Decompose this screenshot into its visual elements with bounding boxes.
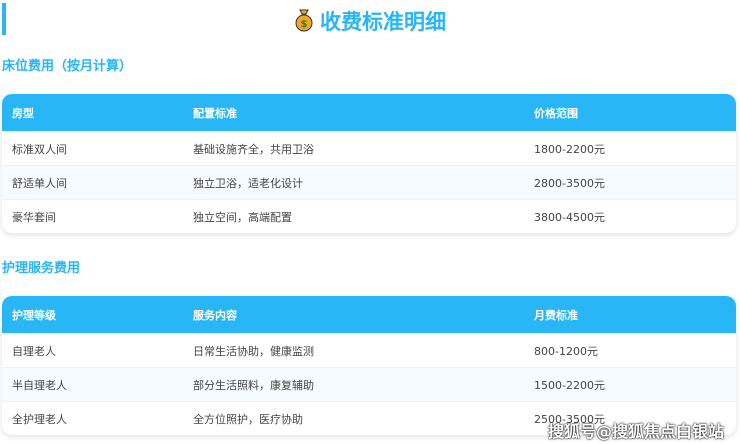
price: 1500-2200元	[534, 378, 605, 392]
bed-fee-table: 房型 配置标准 价格范围 标准双人间 基础设施齐全，共用卫浴 1800-2200元 …	[2, 94, 736, 233]
price: 800-1200元	[534, 344, 598, 358]
table-row: 自理老人 日常生活协助，健康监测 800-1200元	[2, 333, 736, 367]
room-type: 豪华套间	[12, 210, 56, 224]
care-level: 半自理老人	[12, 378, 67, 392]
bed-fee-heading: 床位费用（按月计算）	[2, 59, 133, 74]
table-header: 房型 配置标准 价格范围	[2, 94, 736, 131]
config: 基础设施齐全，共用卫浴	[193, 142, 314, 156]
price: 3800-4500元	[534, 210, 605, 224]
care-fee-table: 护理等级 服务内容 月费标准 自理老人 日常生活协助，健康监测 800-1200元 …	[2, 296, 736, 435]
money-bag-icon: $	[295, 9, 313, 32]
header-cell: 护理等级	[12, 308, 56, 322]
service: 日常生活协助，健康监测	[193, 344, 314, 358]
service: 部分生活照料，康复辅助	[193, 378, 314, 392]
price: 1800-2200元	[534, 142, 605, 156]
svg-text:$: $	[301, 19, 308, 30]
title-text: 收费标准明细	[320, 10, 446, 34]
table-row: 标准双人间 基础设施齐全，共用卫浴 1800-2200元	[2, 131, 736, 165]
page-title: $ 收费标准明细	[0, 6, 740, 36]
header-cell: 月费标准	[534, 308, 578, 322]
table-row: 半自理老人 部分生活照料，康复辅助 1500-2200元	[2, 367, 736, 401]
table-row: 舒适单人间 独立卫浴，适老化设计 2800-3500元	[2, 165, 736, 199]
table-row: 豪华套间 独立空间，高端配置 3800-4500元	[2, 199, 736, 233]
room-type: 舒适单人间	[12, 176, 67, 190]
config: 独立卫浴，适老化设计	[193, 176, 303, 190]
header-cell: 服务内容	[193, 308, 237, 322]
service: 全方位照护，医疗协助	[193, 412, 303, 426]
care-level: 自理老人	[12, 344, 56, 358]
header-cell: 房型	[12, 106, 34, 120]
header-cell: 配置标准	[193, 106, 237, 120]
room-type: 标准双人间	[12, 142, 67, 156]
care-fee-heading: 护理服务费用	[2, 261, 81, 276]
header-cell: 价格范围	[534, 106, 578, 120]
care-level: 全护理老人	[12, 412, 67, 426]
config: 独立空间，高端配置	[193, 210, 292, 224]
price: 2800-3500元	[534, 176, 605, 190]
table-header: 护理等级 服务内容 月费标准	[2, 296, 736, 333]
watermark: 搜狐号@搜狐焦点白银站	[547, 422, 724, 441]
